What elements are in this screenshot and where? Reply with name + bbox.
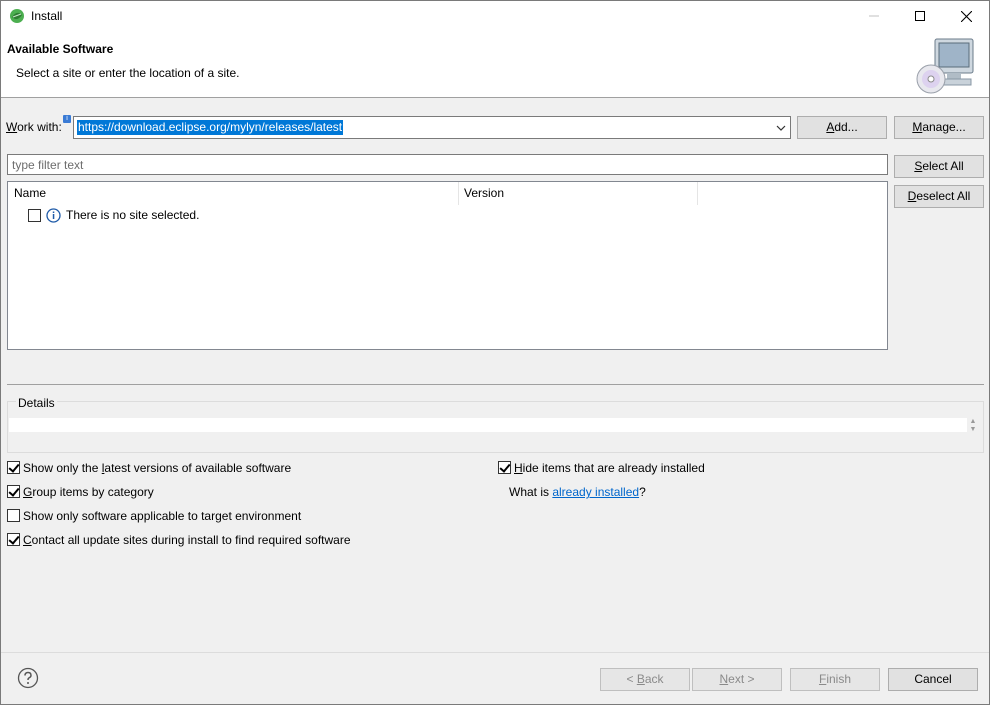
details-label: Details [16,396,57,410]
info-decoration-icon: i [63,115,71,123]
wizard-banner: Available Software Select a site or ente… [1,31,989,98]
work-with-value[interactable]: https://download.eclipse.org/mylyn/relea… [77,120,344,135]
back-button[interactable]: < Back [600,668,690,691]
column-divider[interactable] [697,182,698,205]
group-by-category-label: Group items by category [23,485,154,499]
page-description: Select a site or enter the location of a… [16,66,240,80]
group-by-category-checkbox[interactable] [7,485,20,498]
window-title: Install [31,9,63,23]
title-bar: Install [1,1,989,31]
row-checkbox[interactable] [28,209,41,222]
target-env-checkbox[interactable] [7,509,20,522]
sash-divider[interactable] [7,384,984,385]
install-dialog: Install Available Software Select a site… [0,0,990,705]
column-divider[interactable] [458,182,459,205]
hide-installed-checkbox[interactable] [498,461,511,474]
close-button[interactable] [943,1,989,31]
show-latest-label: Show only the latest versions of availab… [23,461,292,475]
details-text-area[interactable] [9,418,967,432]
close-icon [960,10,972,22]
footer-divider [1,652,989,653]
install-wizard-cd-computer-icon [916,38,974,94]
minimize-icon [869,15,879,17]
page-title: Available Software [7,42,114,56]
info-icon [46,208,61,223]
chevron-down-icon[interactable] [776,123,786,133]
contact-sites-checkbox[interactable] [7,533,20,546]
work-with-combo[interactable]: https://download.eclipse.org/mylyn/relea… [73,116,791,139]
tree-row[interactable]: There is no site selected. [28,207,428,225]
eclipse-leaf-icon [10,9,24,23]
show-latest-checkbox[interactable] [7,461,20,474]
tree-header: Name Version [8,182,887,205]
work-with-label: Work with: [6,120,62,134]
software-tree[interactable]: Name Version There is no site selected. [7,181,888,350]
minimize-button[interactable] [851,1,897,31]
target-env-label: Show only software applicable to target … [23,509,302,523]
next-button[interactable]: Next > [692,668,782,691]
hide-installed-label: Hide items that are already installed [514,461,705,475]
tree-row-label: There is no site selected. [66,208,200,222]
select-all-button[interactable]: Select All [894,155,984,178]
contact-sites-label: Contact all update sites during install … [23,533,351,547]
deselect-all-button[interactable]: Deselect All [894,185,984,208]
details-scrollbar[interactable]: ▲ ▼ [968,418,978,434]
maximize-button[interactable] [897,1,943,31]
column-version-header[interactable]: Version [464,186,504,200]
filter-placeholder: type filter text [12,158,84,172]
manage-button[interactable]: Manage... [894,116,984,139]
filter-input[interactable]: type filter text [7,154,888,175]
maximize-icon [915,11,925,21]
finish-button[interactable]: Finish [790,668,880,691]
cancel-button[interactable]: Cancel [888,668,978,691]
help-question-icon[interactable] [17,667,39,689]
add-button[interactable]: Add... [797,116,887,139]
already-installed-link[interactable]: already installed [552,485,639,499]
what-is-installed-text: What is already installed? [509,485,646,499]
column-name-header[interactable]: Name [14,186,46,200]
